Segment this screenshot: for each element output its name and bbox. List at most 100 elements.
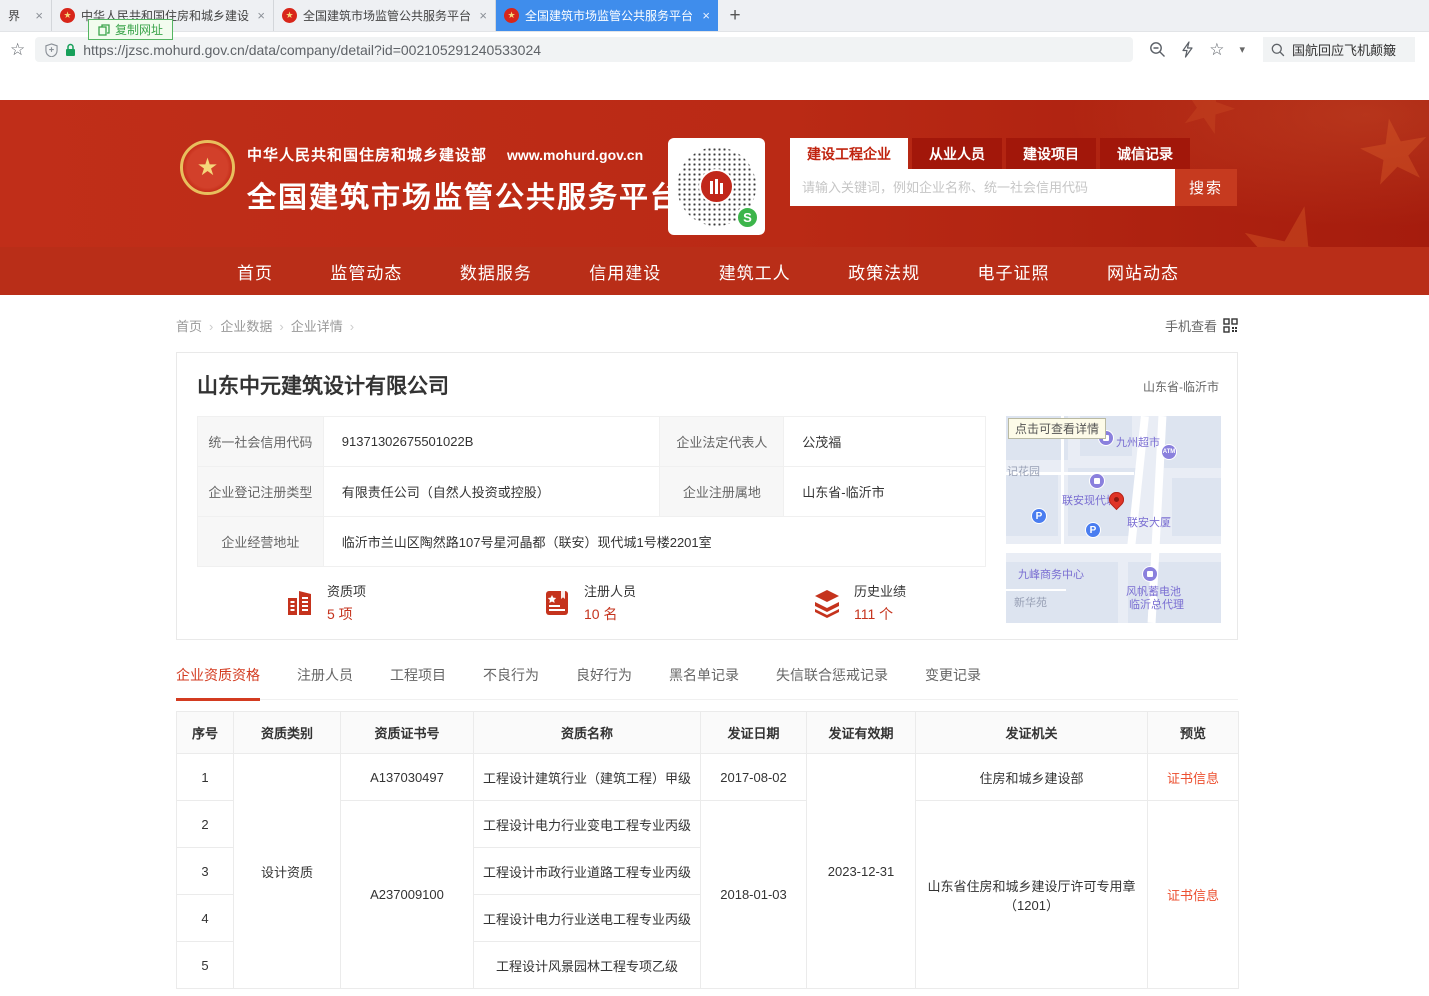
detail-tab[interactable]: 变更记录 (925, 665, 981, 699)
browser-search-box[interactable]: 国航回应飞机颠簸 (1263, 37, 1415, 62)
qual-table-header: 预览 (1148, 712, 1239, 754)
nav-item[interactable]: 信用建设 (589, 259, 661, 284)
nav-item[interactable]: 政策法规 (848, 259, 920, 284)
search-category-tab[interactable]: 从业人员 (912, 138, 1002, 169)
certificate-info-link[interactable]: 证书信息 (1148, 801, 1239, 989)
info-value: 临沂市兰山区陶然路107号星河晶都（联安）现代城1号楼2201室 (323, 517, 985, 567)
qual-table-cell: 工程设计建筑行业（建筑工程）甲级 (474, 754, 701, 801)
bookmark-star-icon[interactable]: ☆ (10, 40, 25, 60)
close-icon[interactable]: × (479, 8, 487, 23)
certificate-info-link[interactable]: 证书信息 (1148, 754, 1239, 801)
qual-table-cell: 5 (177, 942, 234, 989)
map-label: 九州超市 (1116, 434, 1160, 450)
qr-mini-icon[interactable] (1223, 318, 1238, 333)
tab-favicon: ★ (504, 8, 519, 23)
qual-table-header: 发证日期 (701, 712, 807, 754)
breadcrumb-item[interactable]: 首页 (176, 319, 202, 334)
breadcrumb-row: 首页›企业数据›企业详情› 手机查看 (176, 315, 1238, 335)
qual-table-cell: 3 (177, 848, 234, 895)
qual-table-cell: 工程设计电力行业送电工程专业丙级 (474, 895, 701, 942)
qual-table-cell: 2018-01-03 (701, 801, 807, 989)
chevron-down-icon[interactable]: ▾ (1240, 43, 1246, 56)
copy-url-tooltip-label: 复制网址 (115, 21, 163, 38)
breadcrumb-separator: › (279, 319, 283, 334)
qual-table-cell: 4 (177, 895, 234, 942)
building-icon (284, 587, 316, 619)
search-category-tab[interactable]: 建设项目 (1006, 138, 1096, 169)
detail-tab[interactable]: 不良行为 (483, 665, 539, 699)
browser-tab[interactable]: ★全国建筑市场监管公共服务平台× (274, 0, 496, 31)
browser-tab[interactable]: ★全国建筑市场监管公共服务平台× (496, 0, 718, 31)
close-icon[interactable]: × (35, 8, 43, 23)
address-bar[interactable]: https://jzsc.mohurd.gov.cn/data/company/… (35, 37, 1133, 62)
stat-label: 历史业绩 (854, 581, 906, 600)
detail-tab[interactable]: 失信联合惩戒记录 (776, 665, 888, 699)
detail-tab[interactable]: 注册人员 (297, 665, 353, 699)
map-marker-batt-icon[interactable] (1142, 566, 1158, 582)
info-value: 山东省-临沂市 (784, 467, 986, 517)
map-label: 联安大厦 (1127, 514, 1171, 530)
map-marker-building-icon[interactable] (1089, 473, 1105, 489)
map-marker-atm-icon[interactable]: ATM (1161, 444, 1177, 460)
copy-url-tooltip: 复制网址 (88, 19, 173, 40)
qual-table-cell: 设计资质 (234, 754, 341, 989)
breadcrumb-item[interactable]: 企业数据 (220, 319, 272, 334)
url-text[interactable]: https://jzsc.mohurd.gov.cn/data/company/… (83, 42, 541, 58)
nav-item[interactable]: 电子证照 (978, 259, 1050, 284)
map-marker-p-icon[interactable]: P (1085, 522, 1101, 538)
site-header: ★ 中华人民共和国住房和城乡建设部www.mohurd.gov.cn 全国建筑市… (0, 100, 1429, 247)
nav-item[interactable]: 建筑工人 (719, 259, 791, 284)
qual-table-cell: 2 (177, 801, 234, 848)
map-marker-p-icon[interactable]: P (1031, 508, 1047, 524)
detail-tab[interactable]: 良好行为 (576, 665, 632, 699)
search-button[interactable]: 搜索 (1175, 169, 1237, 206)
map-label: 记花园 (1007, 463, 1040, 479)
mobile-view[interactable]: 手机查看 (1165, 316, 1238, 335)
search-category-tab[interactable]: 建设工程企业 (790, 138, 908, 169)
breadcrumb-item[interactable]: 企业详情 (291, 319, 343, 334)
register-book-icon (541, 587, 573, 619)
qual-table-header: 发证有效期 (807, 712, 916, 754)
search-category-tab[interactable]: 诚信记录 (1100, 138, 1190, 169)
close-icon[interactable]: × (702, 8, 710, 23)
lightning-icon[interactable] (1181, 41, 1194, 58)
map-label: 新华苑 (1014, 594, 1047, 610)
qual-table-header: 资质证书号 (341, 712, 474, 754)
close-icon[interactable]: × (257, 8, 265, 23)
shield-icon[interactable] (45, 43, 58, 57)
info-row: 企业经营地址临沂市兰山区陶然路107号星河晶都（联安）现代城1号楼2201室 (198, 517, 986, 567)
qr-code: S (668, 138, 765, 235)
nav-item[interactable]: 网站动态 (1107, 259, 1179, 284)
detail-tab[interactable]: 黑名单记录 (669, 665, 739, 699)
map-tooltip: 点击可查看详情 (1008, 418, 1106, 439)
browser-search-text: 国航回应飞机颠簸 (1292, 40, 1396, 59)
info-label: 企业经营地址 (198, 517, 324, 567)
browser-tab-bar: 界×★中华人民共和国住房和城乡建设×★全国建筑市场监管公共服务平台×★全国建筑市… (0, 0, 1429, 32)
qual-table-cell: 工程设计市政行业道路工程专业丙级 (474, 848, 701, 895)
qual-table-cell: A237009100 (341, 801, 474, 989)
national-emblem-logo: ★ (180, 140, 235, 195)
nav-item[interactable]: 数据服务 (460, 259, 532, 284)
info-label: 企业登记注册类型 (198, 467, 324, 517)
nav-item[interactable]: 监管动态 (330, 259, 402, 284)
zoom-out-icon[interactable] (1149, 41, 1166, 58)
stat-value: 111 个 (854, 604, 906, 624)
detail-tab[interactable]: 企业资质资格 (176, 665, 260, 701)
new-tab-button[interactable]: + (718, 0, 752, 31)
tab-favicon: ★ (60, 8, 75, 23)
favorite-star-icon[interactable]: ☆ (1209, 40, 1224, 60)
company-map[interactable]: 点击可查看详情 ATMPP九州超市记花园联安现代城联安大厦九峰商务中心风帆蓄电池… (1006, 416, 1221, 623)
nav-item[interactable]: 首页 (237, 259, 273, 284)
stat-label: 资质项 (327, 581, 366, 600)
tab-title: 全国建筑市场监管公共服务平台 (303, 7, 473, 24)
search-row: 搜索 (790, 169, 1237, 206)
qual-table-cell: 2017-08-02 (701, 754, 807, 801)
info-row: 企业登记注册类型有限责任公司（自然人投资或控股）企业注册属地山东省-临沂市 (198, 467, 986, 517)
keyword-search-input[interactable] (790, 169, 1175, 206)
detail-tab[interactable]: 工程项目 (390, 665, 446, 699)
layers-icon (811, 587, 843, 619)
qual-table-cell: A137030497 (341, 754, 474, 801)
browser-tab[interactable]: 界× (0, 0, 52, 31)
qual-table-header: 序号 (177, 712, 234, 754)
breadcrumb-separator: › (209, 319, 213, 334)
